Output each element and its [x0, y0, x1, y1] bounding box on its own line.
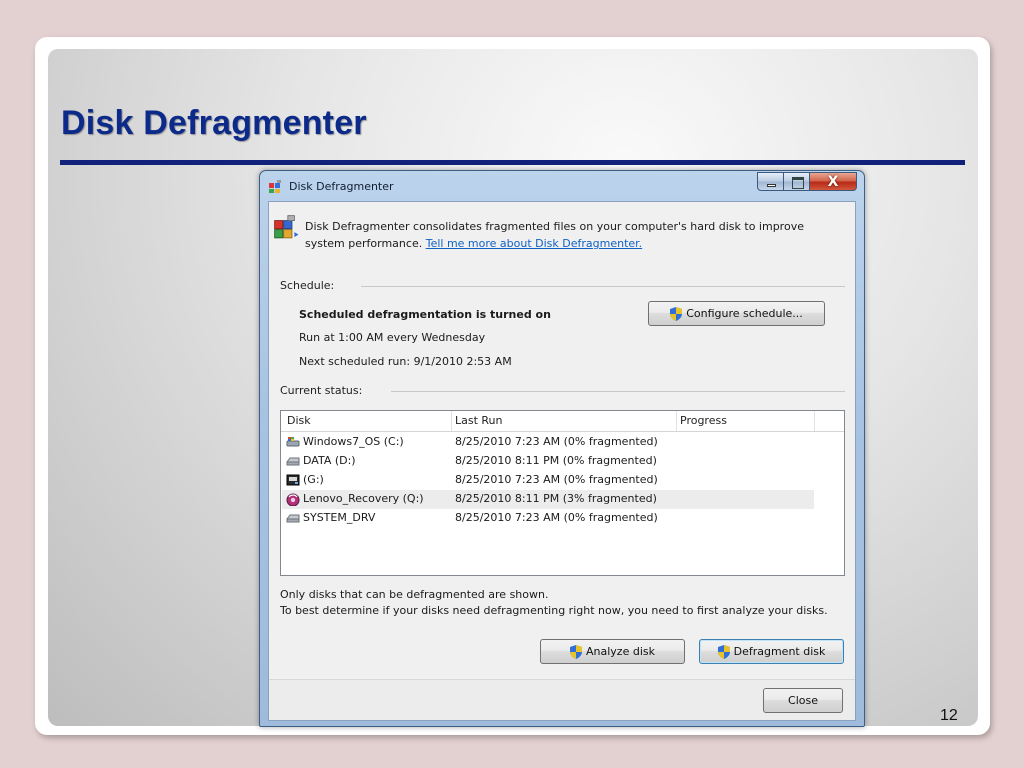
hard-drive-icon [286, 514, 300, 523]
disk-row[interactable]: SYSTEM_DRV 8/25/2010 7:23 AM (0% fragmen… [282, 509, 814, 528]
analyze-disk-label: Analyze disk [586, 645, 655, 658]
disk-name: (G:) [303, 473, 324, 486]
disk-name: DATA (D:) [303, 454, 356, 467]
disk-name: Windows7_OS (C:) [303, 435, 404, 448]
column-header-last-run[interactable]: Last Run [455, 414, 503, 427]
disk-last-run: 8/25/2010 8:11 PM (3% fragmented) [455, 492, 657, 505]
disk-defragmenter-window: Disk Defragmenter X Disk Defragmenter co… [259, 170, 865, 727]
disk-row[interactable]: (G:) 8/25/2010 7:23 AM (0% fragmented) [282, 471, 814, 490]
schedule-divider [361, 286, 845, 287]
disk-last-run: 8/25/2010 8:11 PM (0% fragmented) [455, 454, 657, 467]
intro-text: Disk Defragmenter consolidates fragmente… [305, 218, 835, 252]
defragment-disk-button[interactable]: Defragment disk [699, 639, 844, 664]
disk-row[interactable]: Lenovo_Recovery (Q:) 8/25/2010 8:11 PM (… [282, 490, 814, 509]
recovery-drive-icon [286, 493, 300, 506]
current-status-label: Current status: [280, 384, 363, 397]
caption-buttons: X [757, 172, 857, 193]
disk-row[interactable]: Windows7_OS (C:) 8/25/2010 7:23 AM (0% f… [282, 433, 814, 452]
column-header-progress[interactable]: Progress [680, 414, 727, 427]
disks-shown-note: Only disks that can be defragmented are … [280, 588, 549, 601]
disk-last-run: 8/25/2010 7:23 AM (0% fragmented) [455, 511, 658, 524]
uac-shield-icon [570, 644, 582, 659]
current-status-divider [391, 391, 845, 392]
defragmenter-header-icon [274, 215, 299, 239]
schedule-run-time: Run at 1:00 AM every Wednesday [299, 331, 486, 344]
analyze-disk-button[interactable]: Analyze disk [540, 639, 685, 664]
system-drive-icon [286, 437, 300, 447]
maximize-button[interactable] [784, 172, 810, 191]
column-header-disk[interactable]: Disk [287, 414, 311, 427]
window-client-area: Disk Defragmenter consolidates fragmente… [268, 201, 856, 721]
slide-title: Disk Defragmenter [61, 104, 367, 142]
column-separator[interactable] [451, 411, 452, 431]
disk-last-run: 8/25/2010 7:23 AM (0% fragmented) [455, 473, 658, 486]
disk-row[interactable]: DATA (D:) 8/25/2010 8:11 PM (0% fragment… [282, 452, 814, 471]
learn-more-link[interactable]: Tell me more about Disk Defragmenter. [426, 237, 642, 250]
configure-schedule-label: Configure schedule... [686, 307, 803, 320]
disk-name: Lenovo_Recovery (Q:) [303, 492, 424, 505]
analyze-advice-note: To best determine if your disks need def… [280, 604, 828, 617]
disk-name: SYSTEM_DRV [303, 511, 376, 524]
title-divider [60, 160, 965, 165]
column-separator[interactable] [676, 411, 677, 431]
defragment-disk-label: Defragment disk [733, 645, 826, 658]
column-separator[interactable] [814, 411, 815, 431]
close-icon: X [827, 174, 839, 190]
dialog-footer: Close [269, 679, 855, 720]
uac-shield-icon [670, 306, 683, 321]
next-scheduled-run: Next scheduled run: 9/1/2010 2:53 AM [299, 355, 512, 368]
uac-shield-icon [717, 644, 730, 659]
disk-list[interactable]: Disk Last Run Progress Windows7_OS (C:) … [280, 410, 845, 576]
defragmenter-app-icon [269, 180, 281, 193]
removable-drive-icon [286, 474, 300, 486]
hard-drive-icon [286, 457, 300, 466]
schedule-label: Schedule: [280, 279, 335, 292]
disk-last-run: 8/25/2010 7:23 AM (0% fragmented) [455, 435, 658, 448]
window-title: Disk Defragmenter [289, 180, 394, 193]
close-window-button[interactable]: X [810, 172, 857, 191]
configure-schedule-button[interactable]: Configure schedule... [648, 301, 825, 326]
slide-page-number: 12 [940, 707, 958, 724]
window-titlebar[interactable]: Disk Defragmenter X [260, 171, 864, 201]
schedule-status: Scheduled defragmentation is turned on [299, 308, 551, 321]
minimize-button[interactable] [757, 172, 784, 191]
disk-list-header: Disk Last Run Progress [281, 411, 844, 432]
close-button[interactable]: Close [763, 688, 843, 713]
